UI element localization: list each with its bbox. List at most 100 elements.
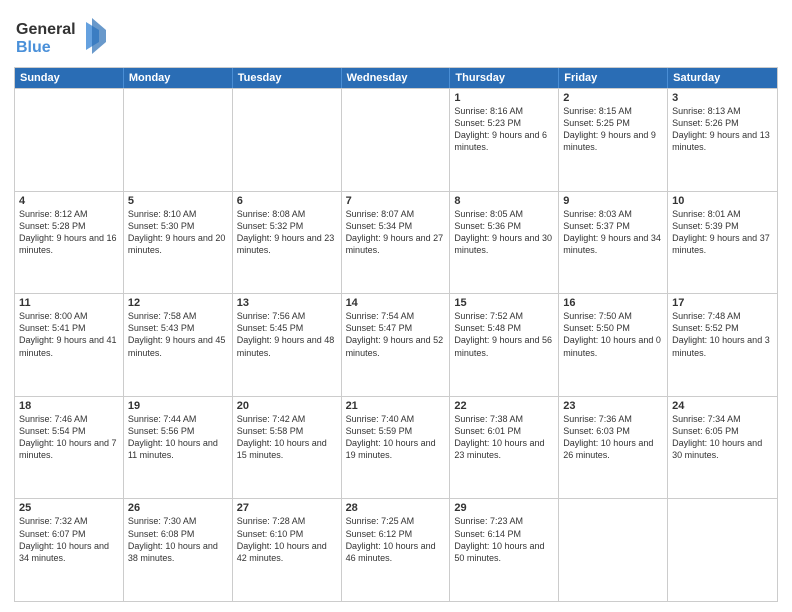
day-info: Sunrise: 8:15 AM Sunset: 5:25 PM Dayligh… (563, 105, 663, 154)
header: General Blue (14, 10, 778, 63)
day-info: Sunrise: 7:50 AM Sunset: 5:50 PM Dayligh… (563, 310, 663, 359)
day-cell-7: 7Sunrise: 8:07 AM Sunset: 5:34 PM Daylig… (342, 192, 451, 294)
day-number: 1 (454, 92, 554, 104)
day-info: Sunrise: 8:03 AM Sunset: 5:37 PM Dayligh… (563, 208, 663, 257)
day-info: Sunrise: 8:00 AM Sunset: 5:41 PM Dayligh… (19, 310, 119, 359)
empty-cell (124, 89, 233, 191)
svg-text:Blue: Blue (16, 39, 51, 56)
day-info: Sunrise: 7:28 AM Sunset: 6:10 PM Dayligh… (237, 515, 337, 564)
day-info: Sunrise: 7:23 AM Sunset: 6:14 PM Dayligh… (454, 515, 554, 564)
day-number: 24 (672, 400, 773, 412)
day-number: 5 (128, 195, 228, 207)
day-number: 7 (346, 195, 446, 207)
day-info: Sunrise: 7:54 AM Sunset: 5:47 PM Dayligh… (346, 310, 446, 359)
empty-cell (233, 89, 342, 191)
page: General Blue SundayMondayTuesdayWednesda… (0, 0, 792, 612)
header-day-tuesday: Tuesday (233, 68, 342, 88)
day-cell-15: 15Sunrise: 7:52 AM Sunset: 5:48 PM Dayli… (450, 294, 559, 396)
empty-cell (342, 89, 451, 191)
day-info: Sunrise: 7:44 AM Sunset: 5:56 PM Dayligh… (128, 413, 228, 462)
day-number: 21 (346, 400, 446, 412)
day-info: Sunrise: 7:46 AM Sunset: 5:54 PM Dayligh… (19, 413, 119, 462)
day-cell-13: 13Sunrise: 7:56 AM Sunset: 5:45 PM Dayli… (233, 294, 342, 396)
day-cell-16: 16Sunrise: 7:50 AM Sunset: 5:50 PM Dayli… (559, 294, 668, 396)
day-info: Sunrise: 7:36 AM Sunset: 6:03 PM Dayligh… (563, 413, 663, 462)
day-number: 28 (346, 502, 446, 514)
day-number: 9 (563, 195, 663, 207)
day-info: Sunrise: 8:07 AM Sunset: 5:34 PM Dayligh… (346, 208, 446, 257)
day-info: Sunrise: 8:16 AM Sunset: 5:23 PM Dayligh… (454, 105, 554, 154)
header-day-wednesday: Wednesday (342, 68, 451, 88)
day-cell-2: 2Sunrise: 8:15 AM Sunset: 5:25 PM Daylig… (559, 89, 668, 191)
day-cell-3: 3Sunrise: 8:13 AM Sunset: 5:26 PM Daylig… (668, 89, 777, 191)
day-number: 4 (19, 195, 119, 207)
header-day-saturday: Saturday (668, 68, 777, 88)
day-number: 11 (19, 297, 119, 309)
calendar-week-3: 11Sunrise: 8:00 AM Sunset: 5:41 PM Dayli… (15, 293, 777, 396)
day-cell-17: 17Sunrise: 7:48 AM Sunset: 5:52 PM Dayli… (668, 294, 777, 396)
header-day-friday: Friday (559, 68, 668, 88)
day-number: 22 (454, 400, 554, 412)
day-info: Sunrise: 8:05 AM Sunset: 5:36 PM Dayligh… (454, 208, 554, 257)
day-number: 23 (563, 400, 663, 412)
day-info: Sunrise: 7:56 AM Sunset: 5:45 PM Dayligh… (237, 310, 337, 359)
day-number: 13 (237, 297, 337, 309)
day-cell-20: 20Sunrise: 7:42 AM Sunset: 5:58 PM Dayli… (233, 397, 342, 499)
calendar-week-1: 1Sunrise: 8:16 AM Sunset: 5:23 PM Daylig… (15, 88, 777, 191)
day-info: Sunrise: 7:58 AM Sunset: 5:43 PM Dayligh… (128, 310, 228, 359)
day-cell-28: 28Sunrise: 7:25 AM Sunset: 6:12 PM Dayli… (342, 499, 451, 601)
day-number: 18 (19, 400, 119, 412)
day-info: Sunrise: 7:52 AM Sunset: 5:48 PM Dayligh… (454, 310, 554, 359)
calendar-week-5: 25Sunrise: 7:32 AM Sunset: 6:07 PM Dayli… (15, 498, 777, 601)
empty-cell (15, 89, 124, 191)
day-number: 16 (563, 297, 663, 309)
day-cell-18: 18Sunrise: 7:46 AM Sunset: 5:54 PM Dayli… (15, 397, 124, 499)
day-cell-26: 26Sunrise: 7:30 AM Sunset: 6:08 PM Dayli… (124, 499, 233, 601)
day-info: Sunrise: 7:38 AM Sunset: 6:01 PM Dayligh… (454, 413, 554, 462)
day-info: Sunrise: 8:08 AM Sunset: 5:32 PM Dayligh… (237, 208, 337, 257)
day-info: Sunrise: 8:12 AM Sunset: 5:28 PM Dayligh… (19, 208, 119, 257)
header-day-monday: Monday (124, 68, 233, 88)
day-info: Sunrise: 7:42 AM Sunset: 5:58 PM Dayligh… (237, 413, 337, 462)
day-cell-21: 21Sunrise: 7:40 AM Sunset: 5:59 PM Dayli… (342, 397, 451, 499)
day-info: Sunrise: 8:01 AM Sunset: 5:39 PM Dayligh… (672, 208, 773, 257)
day-info: Sunrise: 7:34 AM Sunset: 6:05 PM Dayligh… (672, 413, 773, 462)
day-info: Sunrise: 7:30 AM Sunset: 6:08 PM Dayligh… (128, 515, 228, 564)
logo-text: General Blue (14, 14, 109, 63)
day-number: 27 (237, 502, 337, 514)
day-number: 12 (128, 297, 228, 309)
empty-cell (668, 499, 777, 601)
day-cell-1: 1Sunrise: 8:16 AM Sunset: 5:23 PM Daylig… (450, 89, 559, 191)
day-number: 29 (454, 502, 554, 514)
day-number: 15 (454, 297, 554, 309)
day-info: Sunrise: 8:13 AM Sunset: 5:26 PM Dayligh… (672, 105, 773, 154)
day-info: Sunrise: 7:25 AM Sunset: 6:12 PM Dayligh… (346, 515, 446, 564)
day-cell-19: 19Sunrise: 7:44 AM Sunset: 5:56 PM Dayli… (124, 397, 233, 499)
day-cell-24: 24Sunrise: 7:34 AM Sunset: 6:05 PM Dayli… (668, 397, 777, 499)
header-day-sunday: Sunday (15, 68, 124, 88)
day-info: Sunrise: 7:32 AM Sunset: 6:07 PM Dayligh… (19, 515, 119, 564)
day-number: 10 (672, 195, 773, 207)
day-cell-22: 22Sunrise: 7:38 AM Sunset: 6:01 PM Dayli… (450, 397, 559, 499)
day-cell-4: 4Sunrise: 8:12 AM Sunset: 5:28 PM Daylig… (15, 192, 124, 294)
day-cell-14: 14Sunrise: 7:54 AM Sunset: 5:47 PM Dayli… (342, 294, 451, 396)
day-cell-23: 23Sunrise: 7:36 AM Sunset: 6:03 PM Dayli… (559, 397, 668, 499)
calendar-week-4: 18Sunrise: 7:46 AM Sunset: 5:54 PM Dayli… (15, 396, 777, 499)
day-info: Sunrise: 7:40 AM Sunset: 5:59 PM Dayligh… (346, 413, 446, 462)
day-cell-9: 9Sunrise: 8:03 AM Sunset: 5:37 PM Daylig… (559, 192, 668, 294)
day-cell-27: 27Sunrise: 7:28 AM Sunset: 6:10 PM Dayli… (233, 499, 342, 601)
day-number: 26 (128, 502, 228, 514)
logo: General Blue (14, 14, 109, 63)
day-number: 8 (454, 195, 554, 207)
day-number: 25 (19, 502, 119, 514)
svg-text:General: General (16, 21, 76, 38)
day-cell-29: 29Sunrise: 7:23 AM Sunset: 6:14 PM Dayli… (450, 499, 559, 601)
day-number: 6 (237, 195, 337, 207)
calendar: SundayMondayTuesdayWednesdayThursdayFrid… (14, 67, 778, 602)
day-cell-10: 10Sunrise: 8:01 AM Sunset: 5:39 PM Dayli… (668, 192, 777, 294)
day-number: 3 (672, 92, 773, 104)
day-cell-11: 11Sunrise: 8:00 AM Sunset: 5:41 PM Dayli… (15, 294, 124, 396)
day-number: 20 (237, 400, 337, 412)
day-cell-6: 6Sunrise: 8:08 AM Sunset: 5:32 PM Daylig… (233, 192, 342, 294)
day-number: 2 (563, 92, 663, 104)
